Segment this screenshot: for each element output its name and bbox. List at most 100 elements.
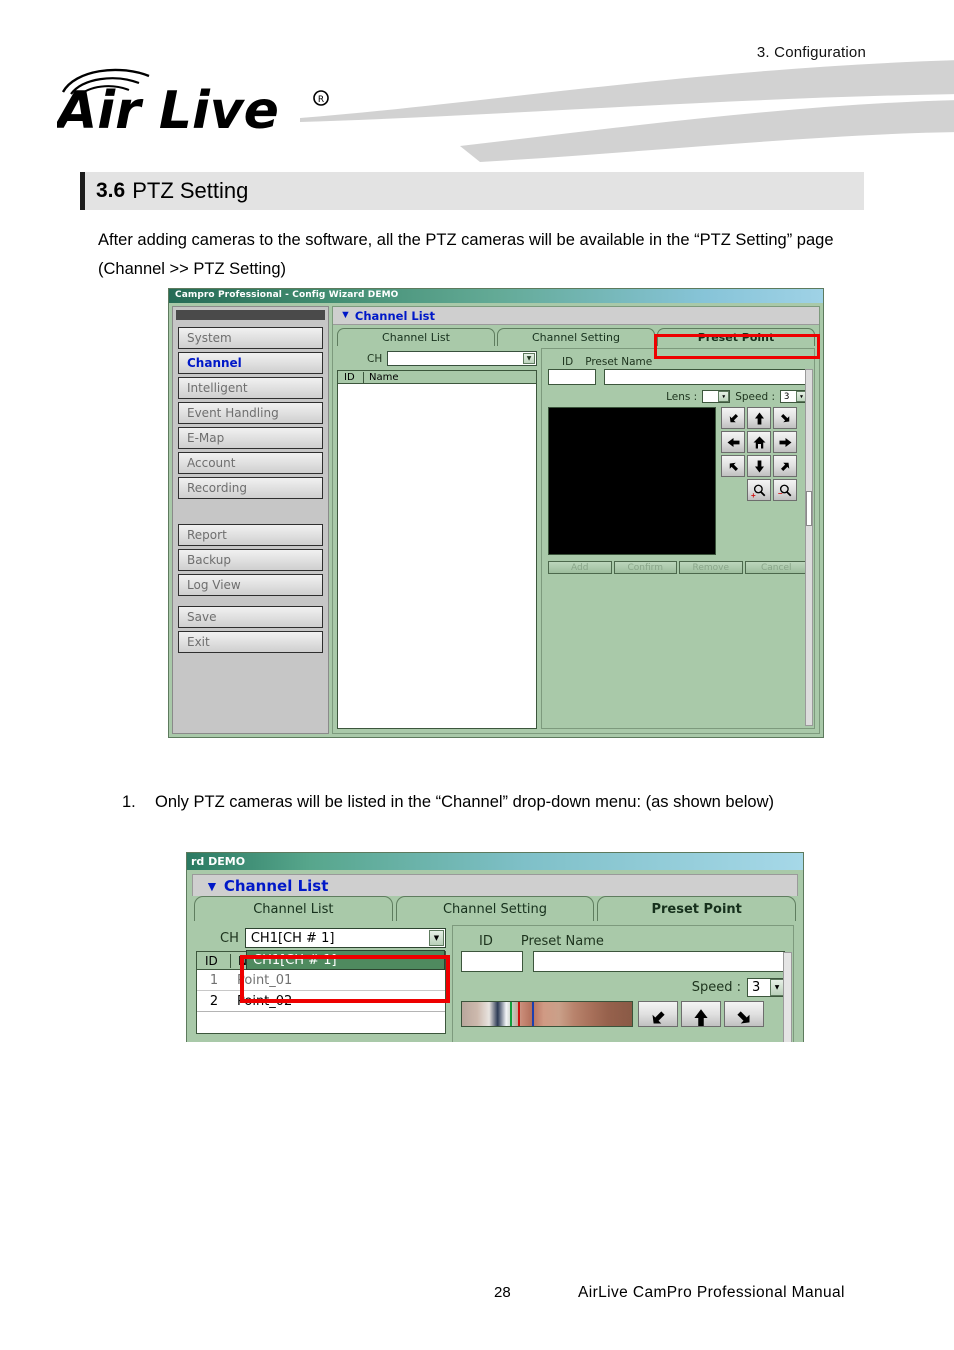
channel-dropdown[interactable]: ▼ xyxy=(387,351,537,366)
tab-channel-list[interactable]: Channel List xyxy=(194,896,393,921)
chapter-reference: 3. Configuration xyxy=(756,44,866,61)
list-item-text: Only PTZ cameras will be listed in the “… xyxy=(155,793,775,811)
speed-dropdown[interactable]: 3 ▼ xyxy=(747,978,785,997)
arrow-up-left-icon[interactable] xyxy=(638,1001,678,1027)
sidebar-item-channel[interactable]: Channel xyxy=(178,352,323,374)
preset-action-buttons: Add Confirm Remove Cancel xyxy=(548,555,808,574)
tab-preset-point[interactable]: Preset Point xyxy=(657,328,815,346)
sidebar-item-backup[interactable]: Backup xyxy=(178,549,323,571)
tab-channel-setting[interactable]: Channel Setting xyxy=(497,328,655,346)
page-header: 3. Configuration Air Live R xyxy=(0,0,954,162)
channel-label: CH xyxy=(220,930,239,946)
tab-channel-list[interactable]: Channel List xyxy=(337,328,495,346)
sidebar-item-recording[interactable]: Recording xyxy=(178,477,323,499)
channel-dropdown[interactable]: CH1[CH # 1] ▼ xyxy=(244,928,446,948)
tab-preset-point[interactable]: Preset Point xyxy=(597,896,797,921)
preset-name-input[interactable] xyxy=(533,951,785,972)
screenshot-channel-dropdown-open: rd DEMO ▼ Channel List Channel List Chan… xyxy=(186,852,804,1042)
sidebar-item-e-map[interactable]: E-Map xyxy=(178,427,323,449)
scrollbar-thumb[interactable] xyxy=(806,490,812,527)
speed-label: Speed : xyxy=(691,980,741,995)
confirm-button[interactable]: Confirm xyxy=(613,561,677,574)
sidebar-item-event-handling[interactable]: Event Handling xyxy=(178,402,323,424)
screenshot2-body: ▼ Channel List Channel List Channel Sett… xyxy=(187,870,803,1042)
preset-grid-body[interactable] xyxy=(337,384,537,729)
panel-header: ▼ Channel List xyxy=(192,874,798,896)
content-panel: ▼ Channel List Channel List Channel Sett… xyxy=(332,306,820,734)
ptz-row-middle xyxy=(721,431,797,453)
add-button[interactable]: Add xyxy=(548,561,612,574)
channel-dropdown-value: CH1[CH # 1] xyxy=(250,930,335,946)
video-artifact xyxy=(532,1002,534,1026)
preset-grid-header: ID Name xyxy=(337,370,537,384)
video-preview xyxy=(461,1001,633,1027)
sidebar-item-intelligent[interactable]: Intelligent xyxy=(178,377,323,399)
preset-grid-body[interactable]: 1 Point_01 2 Point_02 xyxy=(196,970,446,1034)
preset-name-input[interactable] xyxy=(604,369,808,385)
preset-id-label: ID xyxy=(479,934,493,949)
arrow-up-right-icon[interactable] xyxy=(724,1001,764,1027)
remove-button[interactable]: Remove xyxy=(679,561,743,574)
sidebar-item-account[interactable]: Account xyxy=(178,452,323,474)
chevron-down-icon[interactable]: ▼ xyxy=(718,391,730,402)
zoom-out-icon[interactable]: – xyxy=(773,479,797,501)
intro-paragraph: After adding cameras to the software, al… xyxy=(98,231,834,278)
tab-channel-setting[interactable]: Channel Setting xyxy=(395,896,595,921)
vertical-scrollbar[interactable] xyxy=(783,952,792,1042)
channel-list-icon: ▼ xyxy=(205,877,219,894)
chevron-down-icon[interactable]: ▼ xyxy=(770,979,784,996)
preset-inputs-row xyxy=(461,951,785,972)
page-footer: 28 AirLive CamPro Professional Manual xyxy=(0,1284,954,1304)
preset-id-input[interactable] xyxy=(461,951,523,972)
sidebar-item-log-view[interactable]: Log View xyxy=(178,574,323,596)
arrow-down-icon[interactable] xyxy=(747,455,771,477)
arrow-down-right-icon[interactable] xyxy=(773,455,797,477)
arrow-up-right-icon[interactable] xyxy=(773,407,797,429)
panel-header-label: Channel List xyxy=(223,876,329,895)
speed-value: 3 xyxy=(784,391,790,402)
sidebar-item-exit[interactable]: Exit xyxy=(178,631,323,653)
zoom-in-icon[interactable]: + xyxy=(747,479,771,501)
channel-list-pane: CH ▼ ID Name xyxy=(337,348,537,729)
row-id: 1 xyxy=(209,972,219,988)
zoom-button-row: + – xyxy=(721,479,797,501)
speed-value: 3 xyxy=(752,980,761,995)
sidebar-item-save[interactable]: Save xyxy=(178,606,323,628)
column-header-id: ID xyxy=(338,371,364,383)
arrow-up-icon[interactable] xyxy=(681,1001,721,1027)
preset-inputs-row xyxy=(548,369,808,388)
speed-label: Speed : xyxy=(735,390,775,403)
channel-list-icon: ▼ xyxy=(340,309,351,321)
table-row[interactable]: 1 Point_01 xyxy=(197,970,445,991)
lens-dropdown[interactable]: ▼ xyxy=(702,390,731,403)
vertical-scrollbar[interactable] xyxy=(805,369,813,726)
ptz-control-pad-partial xyxy=(638,1001,764,1027)
dropdown-option-ch1[interactable]: CH1[CH # 1] xyxy=(246,950,445,970)
lens-speed-row: Lens : ▼ Speed : 3 ▼ xyxy=(548,388,808,407)
panes: CH CH1[CH # 1] ▼ ID Name 1 Point_01 xyxy=(192,921,798,1042)
arrow-up-left-icon[interactable] xyxy=(721,407,745,429)
cancel-button[interactable]: Cancel xyxy=(744,561,808,574)
panel-header: ▼ Channel List xyxy=(333,307,819,325)
video-and-ptz-row xyxy=(461,1001,785,1027)
arrow-right-icon[interactable] xyxy=(773,431,797,453)
sidebar-item-system[interactable]: System xyxy=(178,327,323,349)
chevron-down-icon[interactable]: ▼ xyxy=(523,353,535,364)
table-row[interactable]: 2 Point_02 xyxy=(197,991,445,1012)
minus-sign: – xyxy=(778,489,783,498)
row-name: Point_01 xyxy=(237,972,293,988)
speed-row: Speed : 3 ▼ xyxy=(461,972,785,1001)
arrow-left-icon[interactable] xyxy=(721,431,745,453)
arrow-down-left-icon[interactable] xyxy=(721,455,745,477)
channel-list-pane: CH CH1[CH # 1] ▼ ID Name 1 Point_01 xyxy=(196,925,450,1042)
channel-label: CH xyxy=(367,352,383,365)
tab-bar: Channel List Channel Setting Preset Poin… xyxy=(333,325,819,346)
sidebar-item-report[interactable]: Report xyxy=(178,524,323,546)
chevron-down-icon[interactable]: ▼ xyxy=(429,930,444,946)
arrow-up-icon[interactable] xyxy=(747,407,771,429)
preset-point-pane: ID Preset Name Lens : ▼ Speed : 3 ▼ + – … xyxy=(541,348,815,729)
video-and-ptz-row: + – xyxy=(548,407,808,555)
speed-dropdown[interactable]: 3 ▼ xyxy=(780,390,808,403)
home-icon[interactable] xyxy=(747,431,771,453)
preset-id-input[interactable] xyxy=(548,369,596,385)
